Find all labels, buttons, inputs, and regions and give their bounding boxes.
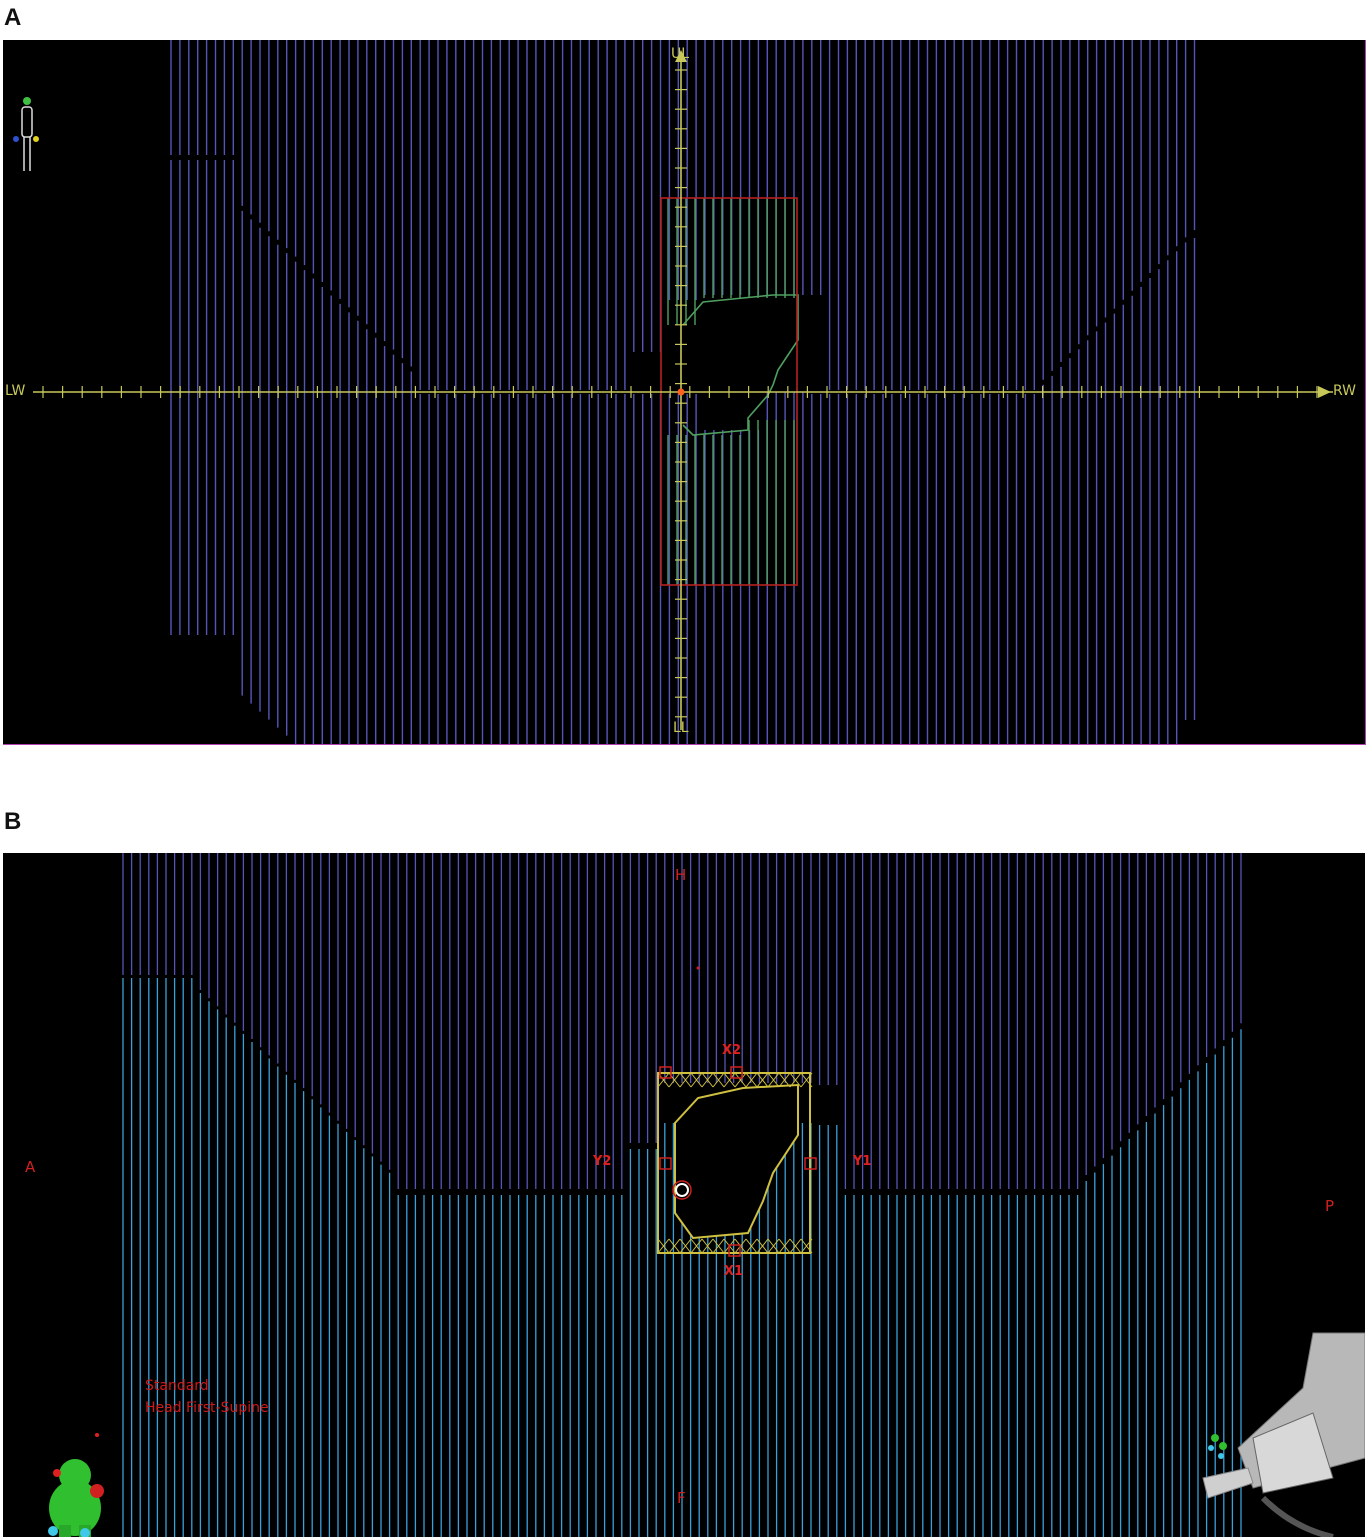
label-a: A (25, 1158, 36, 1176)
label-rw: RW (1333, 383, 1357, 399)
gantry-model-icon (1193, 1328, 1365, 1537)
aperture-outline (682, 294, 799, 436)
panel-a-letter: A (4, 4, 22, 31)
panel-a-mlc-graphic (33, 40, 1333, 744)
jaw-x2-label: X2 (722, 1043, 742, 1058)
reference-dot (696, 966, 700, 970)
jaw-y1-label: Y1 (853, 1154, 872, 1169)
panel-a-bev-view: UL LL LW RW (3, 40, 1366, 745)
panel-b-letter: B (4, 808, 22, 835)
isocenter-marker (677, 388, 685, 396)
jaw-y2-label: Y2 (593, 1154, 612, 1169)
label-f: F (677, 1489, 686, 1507)
jaw-handle (728, 1244, 741, 1257)
jaw-handle (659, 1157, 672, 1170)
jaw-x1-label: X1 (724, 1264, 744, 1279)
label-ul: UL (671, 46, 690, 62)
label-h: H (675, 866, 687, 884)
label-p: P (1325, 1197, 1335, 1215)
orientation-position: Head First-Supine (145, 1400, 269, 1416)
patient-figure-icon (13, 95, 45, 175)
orientation-standard: Standard (145, 1378, 209, 1394)
patient-3d-model-icon (39, 1403, 109, 1537)
panel-b-bev-view: H F A P X2 X1 Y2 Y1 Standard Head First-… (3, 853, 1365, 1537)
orientation-text: Standard Head First-Supine (145, 1375, 269, 1419)
label-lw: LW (5, 383, 26, 399)
axis-arrow-right (1318, 386, 1331, 398)
label-ll: LL (673, 720, 689, 736)
panel-b-mlc-graphic (122, 853, 1242, 1537)
